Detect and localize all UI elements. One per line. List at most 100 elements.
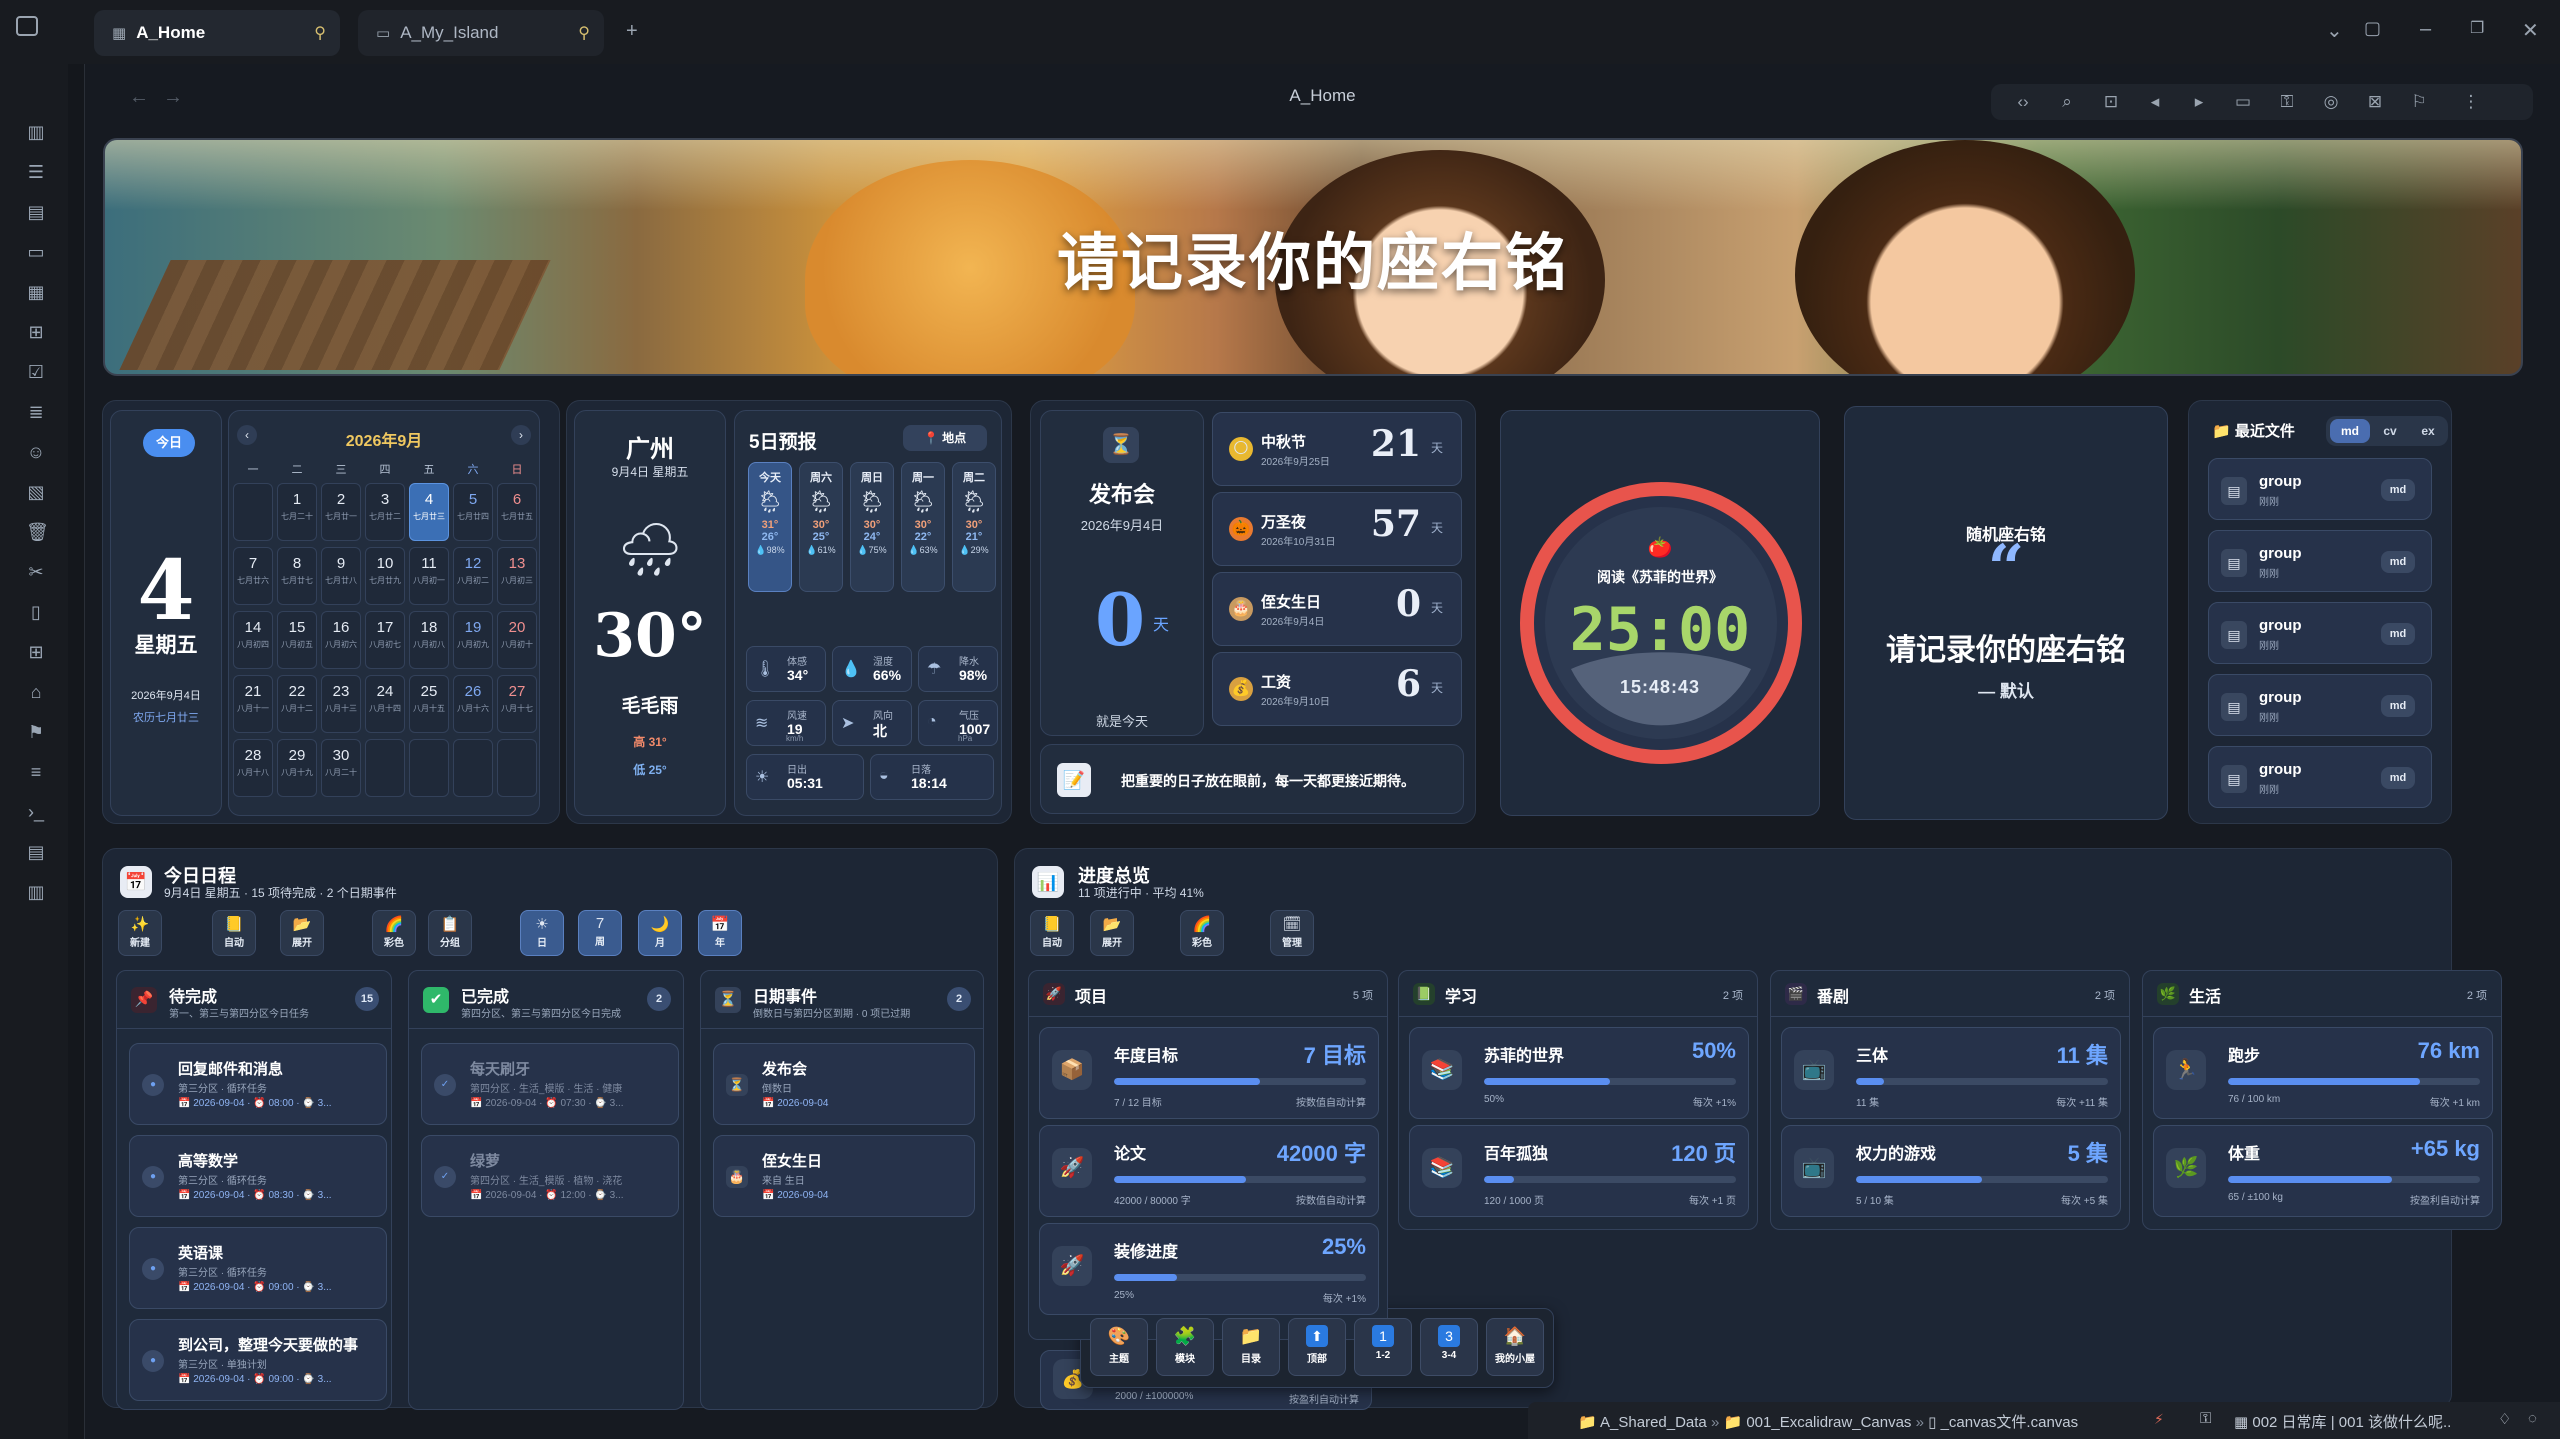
week-button[interactable]: 7周 <box>578 910 622 956</box>
expand-button[interactable]: 📂 展开 <box>280 910 324 956</box>
lock-icon[interactable]: ⚿ <box>2277 92 2297 112</box>
forecast-day[interactable]: 周日 🌦 30° 24° 💧75% <box>850 462 894 592</box>
manage-button[interactable]: 🗓 管理 <box>1270 910 1314 956</box>
task-item[interactable]: ⏳ 发布会 倒数日 📅 2026-09-04 <box>713 1043 975 1125</box>
countdown-event[interactable]: 💰 工资 2026年9月10日 6 天 <box>1212 652 1462 726</box>
calendar-day-cell[interactable]: 23 八月十三 <box>321 675 361 733</box>
breadcrumb-item[interactable]: A_Shared_Data <box>1600 1414 1707 1431</box>
recent-file-item[interactable]: ▤ group 刚刚 md <box>2208 602 2432 664</box>
calendar-icon[interactable]: ▦ <box>26 282 46 302</box>
calendar-day-cell[interactable]: 28 八月十八 <box>233 739 273 797</box>
expand-button[interactable]: 📂 展开 <box>1090 910 1134 956</box>
calendar-day-cell[interactable]: 6 七月廿五 <box>497 483 537 541</box>
tools-icon[interactable]: ✂ <box>26 562 46 582</box>
maximize-icon[interactable]: ❐ <box>2470 18 2484 38</box>
bookmark-icon[interactable]: ⚐ <box>2409 92 2429 112</box>
calendar-day-cell[interactable]: 27 八月十七 <box>497 675 537 733</box>
recent-file-item[interactable]: ▤ group 刚刚 md <box>2208 530 2432 592</box>
close-icon[interactable]: ✕ <box>2522 18 2539 43</box>
calendar-day-cell[interactable]: 12 八月初二 <box>453 547 493 605</box>
chevron-down-icon[interactable]: ⌄ <box>2326 18 2343 43</box>
calendar-day-cell[interactable]: 18 八月初八 <box>409 611 449 669</box>
task-item[interactable]: 🎂 侄女生日 来自 生日 📅 2026-09-04 <box>713 1135 975 1217</box>
calendar-day-cell[interactable]: 4 七月廿三 <box>409 483 449 541</box>
auto-button[interactable]: 📒 自动 <box>212 910 256 956</box>
map-icon[interactable]: ▥ <box>26 122 46 142</box>
calendar-day-cell[interactable]: 5 七月廿四 <box>453 483 493 541</box>
menu-icon[interactable]: ≡ <box>26 762 46 782</box>
home-icon[interactable]: ⌂ <box>26 682 46 702</box>
right-arrow-icon[interactable]: ▸ <box>2189 92 2209 112</box>
calendar-day-cell[interactable]: 25 八月十五 <box>409 675 449 733</box>
archive-icon[interactable]: ▭ <box>26 242 46 262</box>
check-circle-icon[interactable]: ✓ <box>434 1074 456 1096</box>
image-icon[interactable]: ▧ <box>26 482 46 502</box>
new-button[interactable]: ✨ 新建 <box>118 910 162 956</box>
calendar-day-cell[interactable]: 14 八月初四 <box>233 611 273 669</box>
float-button[interactable]: 1 1-2 <box>1354 1318 1412 1376</box>
left-arrow-icon[interactable]: ◂ <box>2145 92 2165 112</box>
progress-item[interactable]: 🚀 论文 42000 字 42000 / 80000 字 按数值自动计算 <box>1039 1125 1379 1217</box>
calendar-day-cell[interactable]: 16 八月初六 <box>321 611 361 669</box>
sync-icon[interactable]: ⚡ <box>2154 1411 2164 1428</box>
book-icon[interactable]: ▤ <box>26 202 46 222</box>
monitor-icon[interactable]: ▭ <box>2233 92 2253 112</box>
circle-icon[interactable]: ● <box>142 1166 164 1188</box>
bell-icon[interactable]: ♢ <box>2498 1410 2511 1428</box>
calendar-day-cell[interactable]: 19 八月初九 <box>453 611 493 669</box>
task-item[interactable]: ● 英语课 第三分区 · 循环任务 📅 2026-09-04 · ⏰ 09:00 · … <box>129 1227 387 1309</box>
table-icon[interactable]: ▤ <box>26 842 46 862</box>
calendar-day-cell[interactable]: 3 七月廿二 <box>365 483 405 541</box>
calendar-day-cell[interactable]: 7 七月廿六 <box>233 547 273 605</box>
calendar-day-cell[interactable]: 17 八月初七 <box>365 611 405 669</box>
calendar-day-cell[interactable]: 10 七月廿九 <box>365 547 405 605</box>
calendar-day-cell[interactable]: 30 八月二十 <box>321 739 361 797</box>
float-button[interactable]: 3 3-4 <box>1420 1318 1478 1376</box>
bookmark-icon[interactable]: ⚑ <box>26 722 46 742</box>
task-item[interactable]: ● 回复邮件和消息 第三分区 · 循环任务 📅 2026-09-04 · ⏰ 08:0… <box>129 1043 387 1125</box>
more-icon[interactable]: ⋮ <box>2461 92 2481 112</box>
bookmark-add-icon[interactable]: ⊡ <box>2101 92 2121 112</box>
camera-icon[interactable]: ◎ <box>2321 92 2341 112</box>
close-box-icon[interactable]: ⊠ <box>2365 92 2385 112</box>
progress-item[interactable]: 📺 权力的游戏 5 集 5 / 10 集 每次 +5 集 <box>1781 1125 2121 1217</box>
forecast-day[interactable]: 今天 🌦 31° 26° 💧98% <box>748 462 792 592</box>
breadcrumb-item[interactable]: 001_Excalidraw_Canvas <box>1746 1414 1911 1431</box>
float-button[interactable]: ⬆ 顶部 <box>1288 1318 1346 1376</box>
calendar-day-cell[interactable]: 26 八月十六 <box>453 675 493 733</box>
color-button[interactable]: 🌈 彩色 <box>372 910 416 956</box>
forecast-day[interactable]: 周一 🌦 30° 22° 💧63% <box>901 462 945 592</box>
minimize-icon[interactable]: – <box>2420 18 2431 41</box>
outline-icon[interactable]: ☰ <box>26 162 46 182</box>
recent-file-item[interactable]: ▤ group 刚刚 md <box>2208 746 2432 808</box>
breadcrumb-item[interactable]: _canvas文件.canvas <box>1941 1414 2079 1431</box>
sidebar-toggle-icon[interactable] <box>16 16 38 36</box>
progress-item[interactable]: 🚀 装修进度 25% 25% 每次 +1% <box>1039 1223 1379 1315</box>
circle-icon[interactable]: ● <box>142 1350 164 1372</box>
terminal-icon[interactable]: ›_ <box>26 802 46 822</box>
circle-icon[interactable]: ● <box>142 1258 164 1280</box>
layout-icon[interactable]: ▢ <box>2364 18 2381 39</box>
recent-file-item[interactable]: ▤ group 刚刚 md <box>2208 674 2432 736</box>
auto-button[interactable]: 📒 自动 <box>1030 910 1074 956</box>
task-item[interactable]: ✓ 绿萝 第四分区 · 生活_模版 · 植物 · 浇花 📅 2026-09-04 · … <box>421 1135 679 1217</box>
calendar-day-cell[interactable]: 20 八月初十 <box>497 611 537 669</box>
task-item[interactable]: ✓ 每天刷牙 第四分区 · 生活_模版 · 生活 · 健康 📅 2026-09-04 … <box>421 1043 679 1125</box>
calendar-day-cell[interactable]: 22 八月十二 <box>277 675 317 733</box>
countdown-event[interactable]: 🎃 万圣夜 2026年10月31日 57 天 <box>1212 492 1462 566</box>
hourglass-icon[interactable]: ⏳ <box>726 1074 748 1096</box>
tab-a-home[interactable]: ▦ A_Home ⚲ <box>94 10 340 56</box>
countdown-event[interactable]: 🌕 中秋节 2026年9月25日 21 天 <box>1212 412 1462 486</box>
lock-icon[interactable]: ⚿ <box>2200 1410 2211 1427</box>
circle-icon[interactable]: ● <box>142 1074 164 1096</box>
list-icon[interactable]: ≣ <box>26 402 46 422</box>
tab-ex[interactable]: ex <box>2410 419 2446 443</box>
progress-item[interactable]: 📚 苏菲的世界 50% 50% 每次 +1% <box>1409 1027 1749 1119</box>
cake-icon[interactable]: 🎂 <box>726 1166 748 1188</box>
float-button[interactable]: 🎨 主题 <box>1090 1318 1148 1376</box>
next-month-button[interactable]: › <box>511 425 531 445</box>
tab-cv[interactable]: cv <box>2372 419 2408 443</box>
calendar-day-cell[interactable]: 29 八月十九 <box>277 739 317 797</box>
tab-a-my-island[interactable]: ▭ A_My_Island ⚲ <box>358 10 604 56</box>
smile-icon[interactable]: ☺ <box>26 442 46 462</box>
